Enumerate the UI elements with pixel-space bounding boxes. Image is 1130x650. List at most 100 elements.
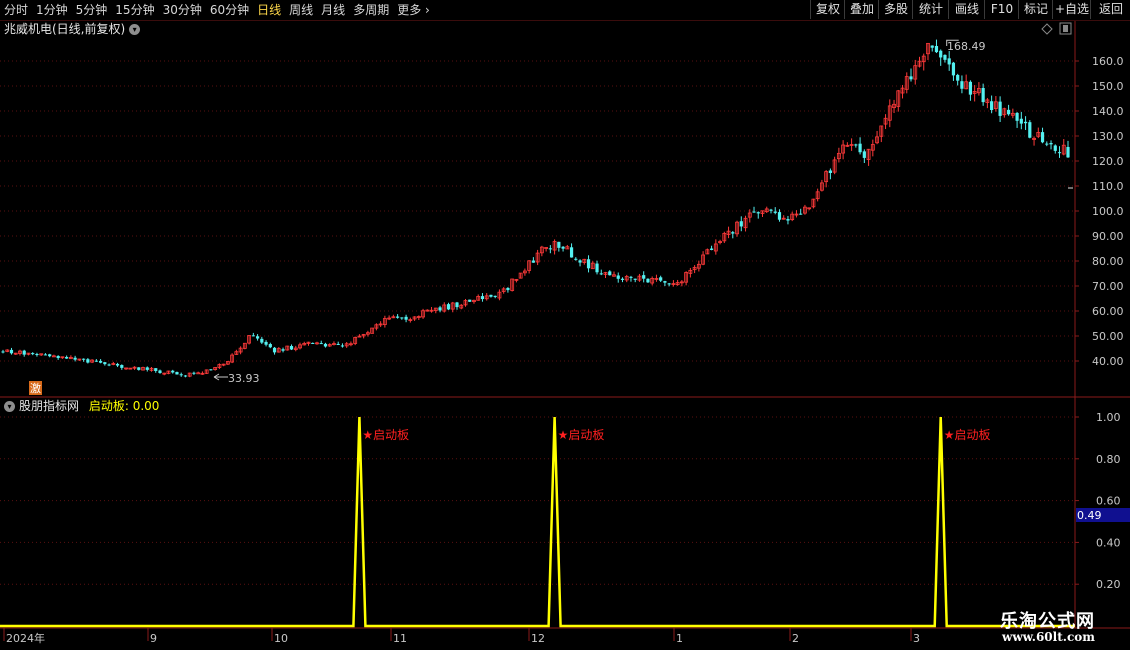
candle-body [82, 358, 86, 360]
candlestick [73, 355, 77, 362]
candlestick [98, 359, 103, 364]
candle-body [713, 243, 718, 252]
candle-body [400, 317, 404, 319]
back-button[interactable]: 返回 [1090, 0, 1130, 19]
candlestick [39, 353, 44, 357]
candlestick [633, 278, 637, 283]
candle-body [171, 370, 175, 373]
candlestick [361, 333, 366, 339]
candle-body [272, 347, 277, 353]
candlestick [667, 282, 671, 287]
candlestick [242, 342, 247, 350]
candle-body [52, 355, 56, 358]
candlestick [663, 280, 667, 287]
candlestick [120, 364, 124, 370]
candle-body [120, 365, 124, 368]
candlestick [531, 257, 535, 263]
candle-body [896, 90, 901, 107]
candlestick [947, 51, 951, 71]
candlestick [145, 366, 149, 372]
candlestick [217, 363, 222, 369]
candlestick [446, 302, 451, 311]
tab-more[interactable]: 更多 › [393, 0, 434, 20]
candlestick [94, 359, 98, 362]
tab-multi-period[interactable]: 多周期 [349, 0, 393, 20]
candlestick [985, 97, 990, 109]
candlestick [998, 96, 1002, 123]
candle-body [535, 252, 540, 263]
indicator-tick-label: 1.00 [1096, 411, 1121, 424]
candle-body [501, 288, 506, 292]
candlestick [726, 226, 731, 239]
add-watchlist-button[interactable]: +自选 [1052, 0, 1091, 19]
candle-body [408, 319, 413, 322]
candle-body [213, 367, 218, 370]
stats-button[interactable]: 统计 [912, 0, 949, 19]
candle-body [35, 354, 39, 356]
candle-body [976, 88, 981, 94]
candlestick [684, 271, 689, 286]
candle-body [803, 206, 807, 214]
candle-body [659, 277, 663, 281]
candle-body [849, 144, 854, 146]
candlestick [675, 279, 680, 286]
date-label: 12 [531, 632, 545, 645]
candle-body [590, 262, 595, 270]
indicator-line [0, 416, 1075, 628]
candlestick [65, 355, 69, 359]
candle-body [832, 159, 837, 173]
candlestick [1015, 112, 1019, 128]
fuquan-button[interactable]: 复权 [810, 0, 845, 19]
candle-body [968, 81, 973, 95]
tab-monthly[interactable]: 月线 [317, 0, 349, 20]
multi-stock-button[interactable]: 多股 [878, 0, 913, 19]
indicator-tick-label: 0.40 [1096, 536, 1121, 549]
f10-button[interactable]: F10 [984, 0, 1019, 19]
indicator-dropdown-icon[interactable]: ▾ [4, 401, 15, 412]
overlay-button[interactable]: 叠加 [844, 0, 879, 19]
candle-body [285, 345, 290, 351]
dropdown-circle-icon[interactable]: ▾ [129, 24, 141, 35]
candle-body [158, 370, 162, 374]
candlestick [582, 258, 587, 265]
candle-body [115, 363, 120, 366]
price-tick-label: 160.0 [1092, 55, 1124, 68]
tab-1min[interactable]: 1分钟 [32, 0, 72, 20]
tab-5min[interactable]: 5分钟 [72, 0, 112, 20]
candlestick [713, 239, 718, 255]
candlestick [646, 278, 650, 283]
candlestick [544, 247, 549, 252]
mark-button[interactable]: 标记 [1018, 0, 1053, 19]
candle-body [870, 144, 875, 151]
candlestick [688, 267, 693, 278]
candlestick [1036, 127, 1041, 139]
draw-line-button[interactable]: 画线 [948, 0, 985, 19]
indicator-name[interactable]: 股朋指标网 [19, 399, 79, 413]
candle-body [86, 359, 90, 363]
candle-body [794, 213, 799, 216]
candlestick [731, 230, 735, 239]
candle-body [892, 103, 896, 109]
candle-body [154, 368, 158, 371]
candle-body [90, 359, 95, 363]
candlestick [930, 45, 934, 52]
candlestick [442, 302, 447, 313]
candle-body [701, 254, 705, 265]
candlestick [799, 208, 803, 215]
tab-60min[interactable]: 60分钟 [206, 0, 253, 20]
more-label: 更多 [397, 3, 422, 17]
tab-15min[interactable]: 15分钟 [111, 0, 158, 20]
tab-fenshi[interactable]: 分时 [0, 0, 32, 20]
candle-body [357, 335, 362, 338]
indicator-title-bar: ▾ 股朋指标网 启动板: 0.00 [4, 398, 159, 414]
candle-body [107, 364, 111, 366]
tab-weekly[interactable]: 周线 [285, 0, 317, 20]
candle-body [433, 307, 438, 311]
tab-30min[interactable]: 30分钟 [159, 0, 206, 20]
candlestick [578, 259, 582, 267]
candle-body [349, 343, 353, 346]
tab-daily[interactable]: 日线 [253, 0, 285, 20]
candle-body [1006, 109, 1011, 115]
candlestick [404, 314, 408, 323]
candle-body [917, 60, 922, 67]
